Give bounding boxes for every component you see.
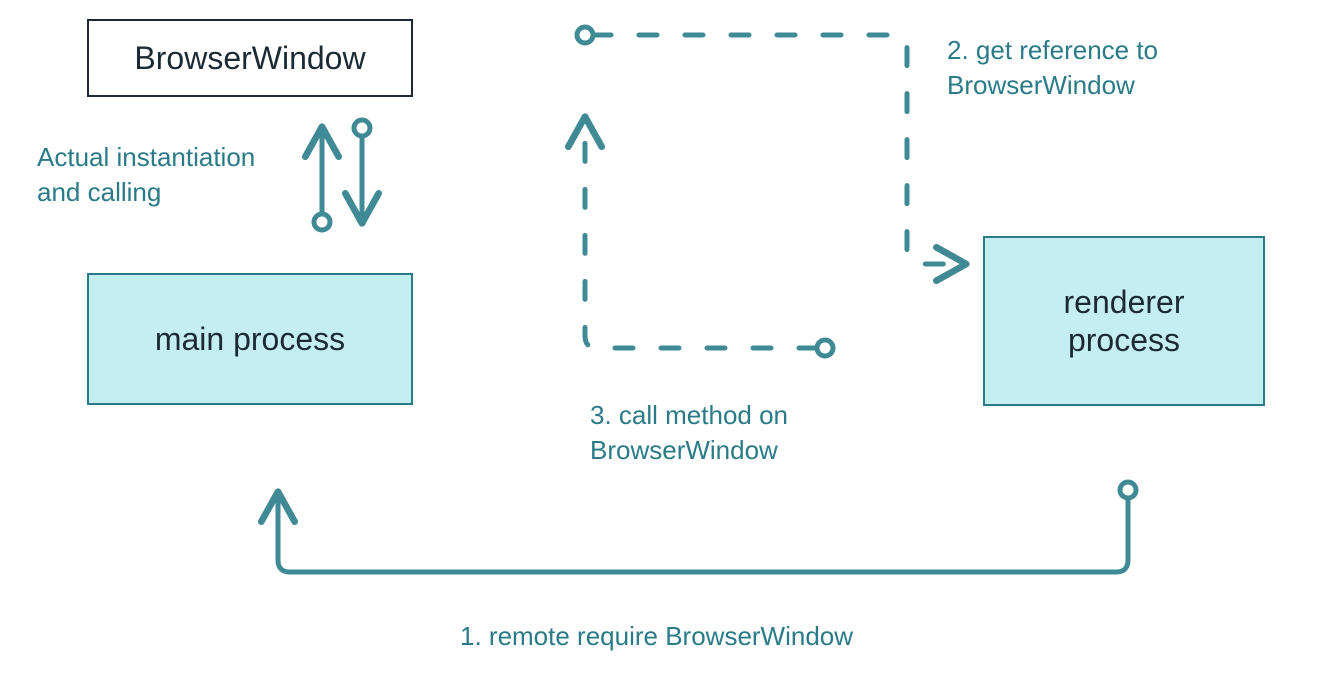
arrow-step-2 bbox=[577, 27, 963, 264]
browser-window-box: BrowserWindow bbox=[87, 19, 413, 97]
renderer-process-box: renderer process bbox=[983, 236, 1265, 406]
label-step-2: 2. get reference to BrowserWindow bbox=[947, 33, 1217, 103]
renderer-process-label: renderer process bbox=[1064, 283, 1185, 360]
label-step-3: 3. call method on BrowserWindow bbox=[590, 398, 850, 468]
arrow-actual-instantiation bbox=[314, 120, 370, 230]
label-actual-instantiation: Actual instantiation and calling bbox=[37, 140, 297, 210]
arrow-step-3 bbox=[585, 120, 833, 356]
label-step-1: 1. remote require BrowserWindow bbox=[460, 619, 853, 654]
main-process-label: main process bbox=[155, 321, 345, 358]
browser-window-label: BrowserWindow bbox=[134, 40, 365, 77]
arrow-step-1 bbox=[278, 482, 1136, 572]
main-process-box: main process bbox=[87, 273, 413, 405]
